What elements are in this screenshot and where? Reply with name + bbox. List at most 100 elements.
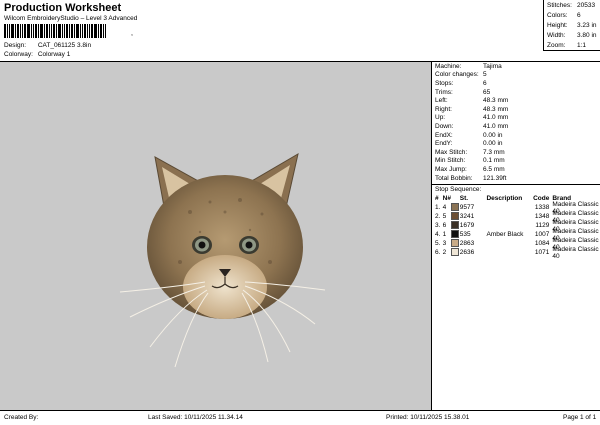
info-label: Up: [435,114,446,122]
stats-row: Zoom: 1:1 [544,40,600,50]
barcode [4,24,130,38]
barcode-bar [20,24,21,38]
design-label: Design: [4,42,27,49]
info-label: Max Stitch: [435,148,468,156]
info-label: Left: [435,97,448,105]
info-label: Color changes: [435,71,479,79]
needle-number: 6 [442,222,447,230]
barcode-bar [66,24,68,38]
info-label: Stops: [435,79,454,87]
stop-index: 6. [435,249,441,257]
last-saved: Last Saved: 10/11/2025 11.34.14 [148,414,243,421]
barcode-bar [91,24,93,38]
stats-row: Stitches: 20533 [544,0,600,10]
color-swatch [451,229,460,238]
barcode-bar [100,24,102,38]
page-title: Production Worksheet [4,2,122,14]
stitch-count: 535 [459,231,471,239]
info-label: Total Bobbin: [435,174,473,182]
thread-code: 1071 [534,249,550,257]
thread-code: 1129 [535,222,550,230]
barcode-bar [84,24,86,38]
barcode-bar [24,24,26,38]
barcode-bar [9,24,10,38]
info-row: EndX: 0.00 in [432,131,600,140]
info-row: Min Stitch: 0.1 mm [432,157,600,166]
col-code: Code [533,195,550,203]
info-row: Total Bobbin: 121.39ft [432,174,600,183]
info-value: 6 [483,79,487,87]
info-value: 0.00 in [483,131,503,139]
info-value: 65 [483,88,491,96]
stitch-count: 1679 [459,222,475,230]
barcode-bar [103,24,104,38]
barcode-bar [53,24,55,38]
col-desc: Description [486,195,523,203]
info-value: 41.0 mm [483,114,509,122]
barcode-bar [105,24,106,38]
col-n: N# [442,195,451,203]
stat-value: 3.23 in [577,21,597,29]
color-swatch [451,247,460,256]
col-idx: # [435,195,439,203]
design-row: Design: CAT_061125 3.8in [4,42,91,49]
info-row: Up: 41.0 mm [432,114,600,123]
stat-value: 3.80 in [577,31,597,39]
info-value: 48.3 mm [483,105,509,113]
needle-number: 5 [442,213,447,221]
stat-label: Zoom: [547,41,566,49]
info-value: 41.0 mm [483,122,509,130]
info-value: 7.3 mm [483,148,505,156]
page-number: Page 1 of 1 [563,414,597,421]
info-value: Tajima [483,62,502,70]
thread-code: 1338 [534,204,550,212]
info-label: EndY: [435,140,453,148]
stop-index: 4. [435,231,441,239]
colorway-row: Colorway: Colorway 1 [4,51,70,58]
stitch-count: 3241 [459,213,475,221]
footer: Created By: Last Saved: 10/11/2025 11.34… [0,410,600,425]
info-label: EndX: [435,131,453,139]
stop-index: 1. [435,204,441,212]
colorway-value: Colorway 1 [37,51,71,58]
info-value: 0.1 mm [483,157,505,165]
info-row: Max Stitch: 7.3 mm [432,148,600,157]
barcode-bar [49,24,50,38]
info-label: Max Jump: [435,165,467,173]
swatch-cell [451,247,460,258]
barcode-suffix: , [131,30,133,37]
col-st: St. [459,195,469,203]
app-subtitle: Wilcom EmbroideryStudio – Level 3 Advanc… [4,15,138,22]
info-row: Trims: 65 [432,88,600,97]
thread-brand: Madeira Classic 40 [552,245,599,260]
stop-index: 3. [435,222,441,230]
color-swatch [451,202,460,211]
barcode-bar [15,24,16,38]
barcode-bar [94,24,97,38]
thread-code: 1084 [534,240,550,248]
design-value: CAT_061125 3.8in [37,42,92,49]
colorway-label: Colorway: [4,51,33,58]
stats-row: Colors: 6 [544,10,600,20]
barcode-bar [82,24,83,38]
info-value: 5 [483,71,487,79]
stitch-count: 2636 [459,249,475,257]
barcode-bar [38,24,39,38]
info-value: 48.3 mm [483,97,509,105]
thread-description: Amber Black [486,231,524,239]
stat-value: 20533 [577,1,596,9]
info-row: Down: 41.0 mm [432,122,600,131]
barcode-bar [31,24,32,38]
needle-number: 2 [442,249,447,257]
barcode-bar [87,24,88,38]
info-row: Right: 48.3 mm [432,105,600,114]
info-row: Max Jump: 6.5 mm [432,165,600,174]
stitch-count: 9577 [459,204,475,212]
barcode-bar [33,24,34,38]
stat-value: 1:1 [577,41,587,49]
stat-label: Height: [547,21,568,29]
stats-box: Stitches: 20533 Colors: 6 Height: 3.23 in W… [543,0,600,51]
info-value: 121.39ft [483,174,507,182]
barcode-bar [22,24,23,38]
barcode-bar [27,24,30,38]
